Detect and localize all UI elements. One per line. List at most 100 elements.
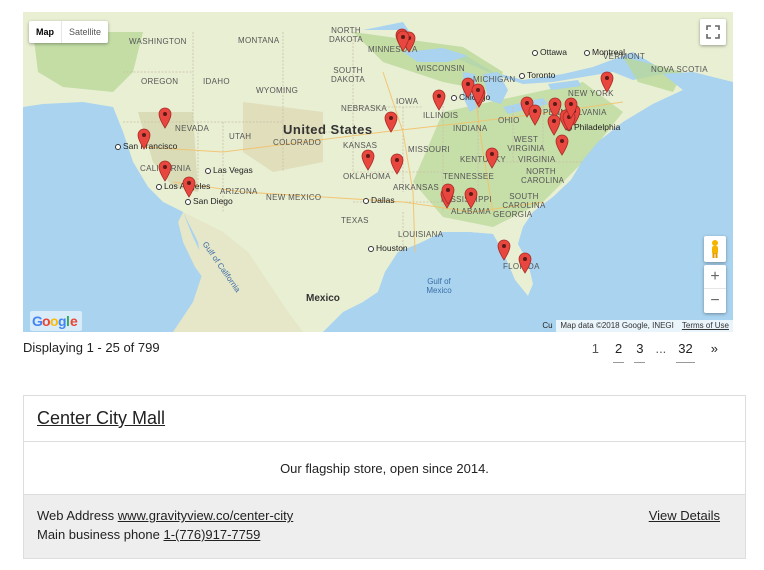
state-label: WEST VIRGINIA xyxy=(507,135,545,153)
map-type-satellite-button[interactable]: Satellite xyxy=(61,21,108,43)
fullscreen-button[interactable] xyxy=(700,19,726,45)
pagination: 1 2 3 ... 32 » xyxy=(592,341,724,363)
state-label: NORTH DAKOTA xyxy=(328,26,364,44)
state-label: ARKANSAS xyxy=(393,183,439,192)
map-pin-icon xyxy=(396,30,410,52)
map-marker[interactable] xyxy=(518,252,532,274)
map-marker[interactable] xyxy=(528,104,542,126)
map-marker[interactable] xyxy=(497,239,511,261)
map-marker[interactable] xyxy=(432,89,446,111)
entry-card: Center City Mall Our flagship store, ope… xyxy=(23,395,746,559)
state-label: TENNESSEE xyxy=(443,172,495,181)
map-marker[interactable] xyxy=(390,153,404,175)
google-logo: G o o g l e xyxy=(28,311,84,332)
attribution-text: Map data ©2018 Google, INEGI xyxy=(560,321,674,330)
entry-title-row: Center City Mall xyxy=(24,396,745,442)
map-pin-icon xyxy=(485,147,499,169)
pegman-icon xyxy=(712,240,718,258)
phone-label: Main business phone xyxy=(37,527,160,542)
map-marker[interactable] xyxy=(182,176,196,198)
map-marker[interactable] xyxy=(396,30,410,52)
map-marker[interactable] xyxy=(158,107,172,129)
map-pin-icon xyxy=(361,149,375,171)
entry-footer: Web Address www.gravityview.co/center-ci… xyxy=(24,495,745,558)
state-label: OREGON xyxy=(141,77,179,86)
country-label-mexico: Mexico xyxy=(306,293,340,304)
view-details-link[interactable]: View Details xyxy=(649,508,720,523)
zoom-out-button[interactable]: − xyxy=(704,289,726,313)
state-label: NEW MEXICO xyxy=(266,193,322,202)
map-marker[interactable] xyxy=(361,149,375,171)
state-label: IDAHO xyxy=(203,77,230,86)
map-pin-icon xyxy=(464,187,478,209)
map-pin-icon xyxy=(158,160,172,182)
map-pin-icon xyxy=(555,134,569,156)
map-marker[interactable] xyxy=(564,97,578,119)
map-pin-icon xyxy=(137,128,151,150)
displaying-count: Displaying 1 - 25 of 799 xyxy=(23,340,160,355)
state-label: MISSOURI xyxy=(408,145,450,154)
map-marker[interactable] xyxy=(547,114,561,136)
state-label: UTAH xyxy=(229,132,252,141)
cut-off-text: Cu xyxy=(542,321,553,330)
city-label: Toronto xyxy=(519,70,555,80)
state-label: INDIANA xyxy=(453,124,488,133)
map-marker[interactable] xyxy=(464,187,478,209)
web-address-link[interactable]: www.gravityview.co/center-city xyxy=(118,508,294,523)
next-page-button[interactable]: » xyxy=(705,341,724,362)
map-pin-icon xyxy=(528,104,542,126)
zoom-control: + − xyxy=(704,265,726,313)
city-label: Dallas xyxy=(363,195,395,205)
state-label: GEORGIA xyxy=(493,210,533,219)
map-marker[interactable] xyxy=(555,134,569,156)
map-pin-icon xyxy=(471,83,485,105)
water-label: Gulf of Mexico xyxy=(426,277,452,295)
terms-of-use-link[interactable]: Terms of Use xyxy=(682,320,729,332)
street-view-button[interactable] xyxy=(704,236,726,262)
map-marker[interactable] xyxy=(485,147,499,169)
state-label: NOVA SCOTIA xyxy=(651,65,708,74)
google-logo-mark: G o o g l e xyxy=(30,311,82,331)
map-pin-icon xyxy=(390,153,404,175)
state-label: NEBRASKA xyxy=(341,104,387,113)
map-pin-icon xyxy=(384,111,398,133)
state-label: WISCONSIN xyxy=(416,64,465,73)
current-page: 1 xyxy=(591,341,599,356)
map-marker[interactable] xyxy=(158,160,172,182)
city-label: Las Vegas xyxy=(205,165,253,175)
state-label: MONTANA xyxy=(238,36,280,45)
map-pin-icon xyxy=(547,114,561,136)
city-label: Houston xyxy=(368,243,408,253)
map-marker[interactable] xyxy=(471,83,485,105)
state-label: NORTH CAROLINA xyxy=(521,167,565,185)
page-link-last[interactable]: 32 xyxy=(676,341,695,363)
state-label: COLORADO xyxy=(273,138,322,147)
page-link-3[interactable]: 3 xyxy=(634,341,646,363)
state-label: KENTUCKY xyxy=(460,155,506,164)
map-pin-icon xyxy=(497,239,511,261)
phone-row: Main business phone 1-(776)917-7759 xyxy=(37,527,260,542)
state-label: VIRGINIA xyxy=(518,155,556,164)
web-address-row: Web Address www.gravityview.co/center-ci… xyxy=(37,508,293,523)
map-pin-icon xyxy=(518,252,532,274)
state-label: IOWA xyxy=(396,97,419,106)
map[interactable]: WASHINGTON MONTANA NORTH DAKOTA MINNESOT… xyxy=(23,12,733,332)
zoom-in-button[interactable]: + xyxy=(704,265,726,289)
map-pin-icon xyxy=(441,183,455,205)
entry-description: Our flagship store, open since 2014. xyxy=(24,442,745,495)
entry-title-link[interactable]: Center City Mall xyxy=(37,408,165,429)
state-label: OHIO xyxy=(498,116,520,125)
state-label: ARIZONA xyxy=(220,187,258,196)
map-marker[interactable] xyxy=(137,128,151,150)
state-label: TEXAS xyxy=(341,216,369,225)
state-label: ILLINOIS xyxy=(423,111,459,120)
svg-text:e: e xyxy=(70,313,78,329)
map-pin-icon xyxy=(564,97,578,119)
state-label: SOUTH DAKOTA xyxy=(330,66,366,84)
phone-link[interactable]: 1-(776)917-7759 xyxy=(163,527,260,542)
map-type-map-button[interactable]: Map xyxy=(29,21,61,43)
map-marker[interactable] xyxy=(600,71,614,93)
map-marker[interactable] xyxy=(384,111,398,133)
map-marker[interactable] xyxy=(441,183,455,205)
page-link-2[interactable]: 2 xyxy=(612,341,625,363)
